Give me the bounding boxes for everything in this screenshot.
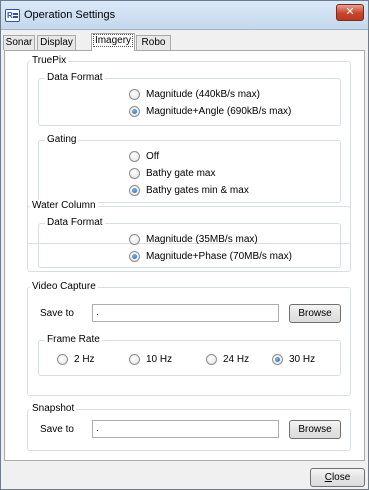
radio-button[interactable] <box>129 151 140 162</box>
app-logo-icon: R <box>5 9 20 22</box>
radio-label: 10 Hz <box>146 354 173 365</box>
radio-frame-rate-10hz[interactable]: 10 Hz <box>129 354 172 365</box>
tab-robo[interactable]: Robo <box>136 35 171 50</box>
truepix-legend: TruePix <box>30 55 69 67</box>
tab-robo-label: Robo <box>141 37 166 48</box>
radio-button-selected[interactable] <box>129 106 140 117</box>
frame-rate-group: Frame Rate 2 Hz 10 Hz 24 Hz 30 Hz <box>38 334 341 376</box>
radio-label: 2 Hz <box>74 354 95 365</box>
radio-bathy-gates-min-max[interactable]: Bathy gates min & max <box>129 185 249 196</box>
radio-magnitude-angle-690[interactable]: Magnitude+Angle (690kB/s max) <box>129 106 291 117</box>
radio-button[interactable] <box>57 354 68 365</box>
radio-label: Bathy gate max <box>146 168 216 179</box>
radio-label: Magnitude+Angle (690kB/s max) <box>146 106 292 117</box>
radio-button-selected[interactable] <box>129 251 140 262</box>
imagery-tab-panel: TruePix Data Format Magnitude (440kB/s m… <box>4 50 365 461</box>
snapshot-group: Snapshot Save to . Browse <box>27 403 351 451</box>
close-button[interactable]: Close <box>310 468 365 487</box>
radio-magnitude-440[interactable]: Magnitude (440kB/s max) <box>129 89 260 100</box>
tab-imagery[interactable]: Imagery <box>91 33 135 51</box>
tab-display[interactable]: Display <box>37 35 76 50</box>
snapshot-browse-button[interactable]: Browse <box>289 420 341 439</box>
tab-display-label: Display <box>40 37 73 48</box>
radio-label: Magnitude (35MB/s max) <box>146 234 258 245</box>
radio-button[interactable] <box>129 89 140 100</box>
radio-wc-magnitude-phase-70[interactable]: Magnitude+Phase (70MB/s max) <box>129 251 292 262</box>
radio-button[interactable] <box>129 168 140 179</box>
radio-label: Magnitude+Phase (70MB/s max) <box>146 251 292 262</box>
radio-bathy-gate-max[interactable]: Bathy gate max <box>129 168 215 179</box>
radio-frame-rate-30hz[interactable]: 30 Hz <box>272 354 315 365</box>
radio-wc-magnitude-35[interactable]: Magnitude (35MB/s max) <box>129 234 258 245</box>
water-column-data-format-legend: Data Format <box>45 217 105 229</box>
radio-button-selected[interactable] <box>129 185 140 196</box>
tab-imagery-label: Imagery <box>92 34 134 47</box>
video-capture-group: Video Capture Save to . Browse Frame Rat… <box>27 281 351 396</box>
tab-sonar-label: Sonar <box>5 37 33 48</box>
window-close-button[interactable]: ✕ <box>336 4 364 21</box>
operation-settings-dialog: R Operation Settings ✕ Sonar Display Ima… <box>0 0 369 490</box>
tab-sonar[interactable]: Sonar <box>3 35 35 50</box>
title-bar: R Operation Settings ✕ <box>1 1 368 30</box>
snapshot-save-to-label: Save to <box>40 424 74 435</box>
close-button-label: lose <box>331 472 351 483</box>
radio-label: Bathy gates min & max <box>146 185 249 196</box>
radio-gating-off[interactable]: Off <box>129 151 159 162</box>
radio-button[interactable] <box>129 234 140 245</box>
radio-label: Magnitude (440kB/s max) <box>146 89 260 100</box>
radio-label: 30 Hz <box>289 354 316 365</box>
video-browse-button[interactable]: Browse <box>289 304 341 323</box>
video-save-to-label: Save to <box>40 308 74 319</box>
radio-button[interactable] <box>129 354 140 365</box>
water-column-group: Water Column Data Format Magnitude (35MB… <box>27 200 351 272</box>
radio-label: 24 Hz <box>223 354 250 365</box>
close-button-mnemonic: C <box>324 472 332 483</box>
window-title: Operation Settings <box>24 9 116 21</box>
snapshot-save-to-input[interactable]: . <box>92 420 279 438</box>
radio-frame-rate-24hz[interactable]: 24 Hz <box>206 354 249 365</box>
video-capture-legend: Video Capture <box>30 281 98 293</box>
gating-legend: Gating <box>45 134 79 146</box>
frame-rate-legend: Frame Rate <box>45 334 102 346</box>
radio-label: Off <box>146 151 160 162</box>
truepix-data-format-legend: Data Format <box>45 72 105 84</box>
radio-frame-rate-2hz[interactable]: 2 Hz <box>57 354 95 365</box>
video-save-to-input[interactable]: . <box>92 304 279 322</box>
truepix-data-format-group: Data Format Magnitude (440kB/s max) Magn… <box>38 72 341 126</box>
radio-button-selected[interactable] <box>272 354 283 365</box>
gating-group: Gating Off Bathy gate max Bathy gates mi… <box>38 134 341 203</box>
water-column-legend: Water Column <box>30 200 98 212</box>
radio-button[interactable] <box>206 354 217 365</box>
water-column-data-format-group: Data Format Magnitude (35MB/s max) Magni… <box>38 217 341 268</box>
snapshot-legend: Snapshot <box>30 403 77 415</box>
